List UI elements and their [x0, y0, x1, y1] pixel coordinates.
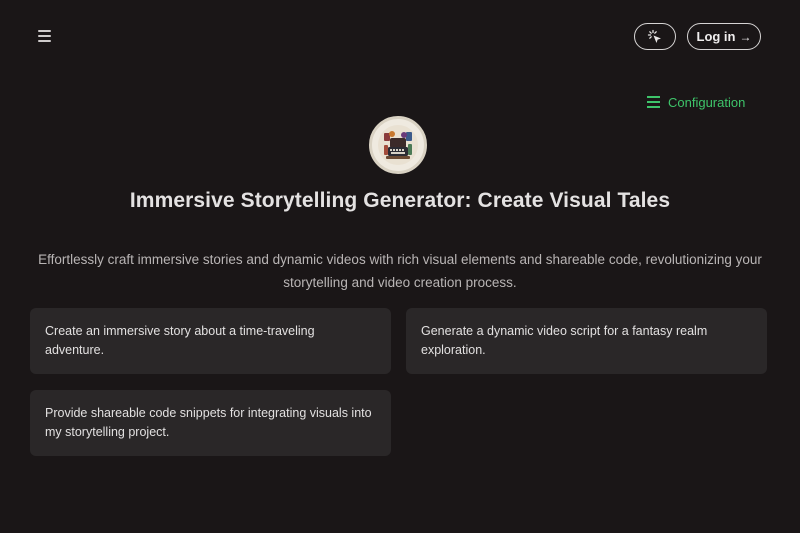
suggestion-text: Provide shareable code snippets for inte… [45, 406, 372, 439]
storyteller-avatar-icon [369, 116, 427, 174]
theme-toggle-button[interactable] [634, 23, 676, 50]
hamburger-menu-icon[interactable] [35, 28, 55, 44]
cursor-sparkle-icon [647, 29, 661, 43]
suggestion-card[interactable]: Provide shareable code snippets for inte… [30, 390, 391, 456]
list-icon [647, 96, 660, 108]
page-subtitle: Effortlessly craft immersive stories and… [38, 252, 762, 290]
suggestion-card[interactable]: Create an immersive story about a time-t… [30, 308, 391, 374]
suggestion-text: Create an immersive story about a time-t… [45, 324, 315, 357]
login-button[interactable]: Log in → [687, 23, 761, 50]
page: Log in → Configuration Immersive Storyte… [0, 0, 800, 533]
suggestion-card[interactable]: Generate a dynamic video script for a fa… [406, 308, 767, 374]
configuration-label: Configuration [668, 94, 746, 110]
configuration-link[interactable]: Configuration [647, 92, 745, 112]
arrow-right-icon: → [739, 29, 752, 44]
login-label: Log in [696, 29, 736, 44]
page-title: Immersive Storytelling Generator: Create… [129, 189, 671, 212]
suggestion-text: Generate a dynamic video script for a fa… [421, 324, 708, 357]
